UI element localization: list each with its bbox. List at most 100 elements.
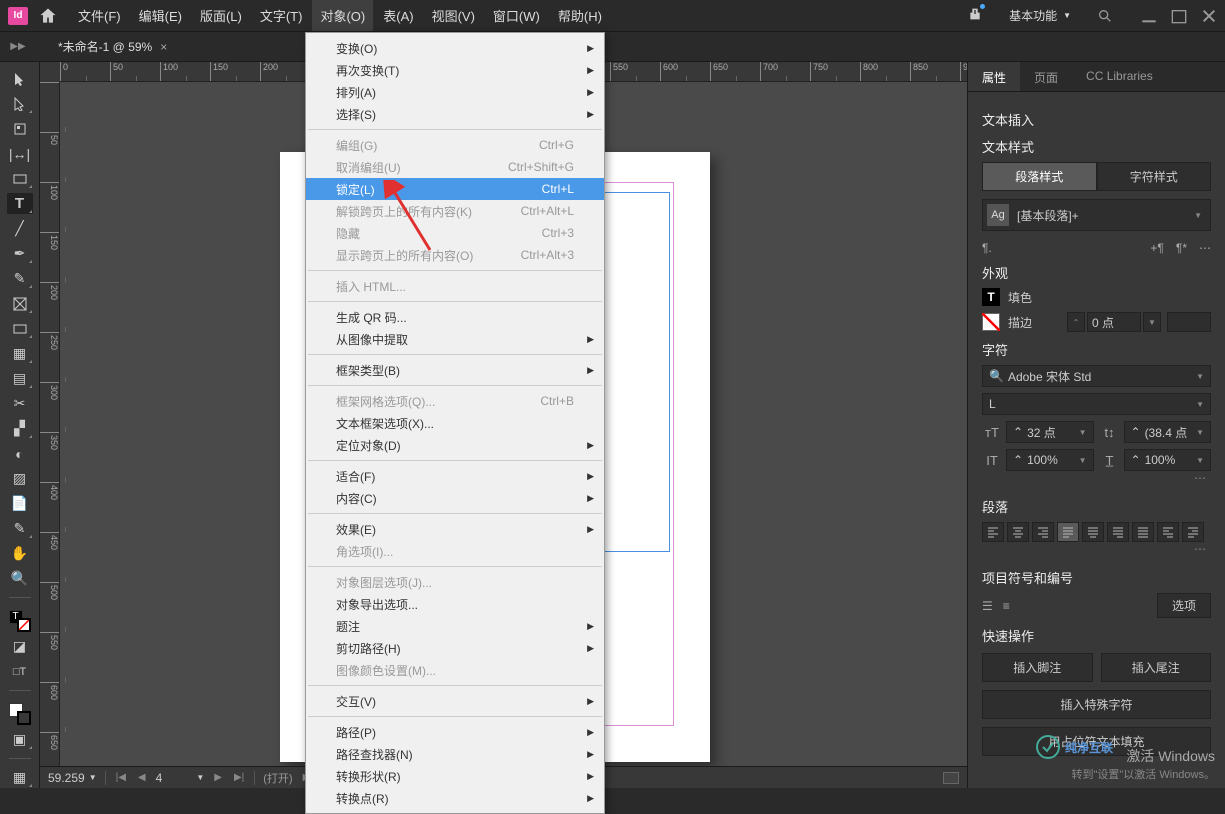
apply-color-container[interactable]: ◪ <box>7 636 33 657</box>
gradient-feather-tool[interactable]: ▨ <box>7 468 33 489</box>
menu-view[interactable]: 视图(V) <box>424 0 483 31</box>
align-left[interactable] <box>982 522 1004 542</box>
menu-window[interactable]: 窗口(W) <box>485 0 548 31</box>
paragraph-more-icon[interactable]: ⋯ <box>1189 542 1211 560</box>
menu-item[interactable]: 框架类型(B)▶ <box>306 359 604 381</box>
selection-tool[interactable] <box>7 68 33 89</box>
gap-tool[interactable]: |↔| <box>7 143 33 164</box>
stroke-style-dropdown[interactable] <box>1167 312 1211 332</box>
menu-item[interactable]: 文本框架选项(X)... <box>306 412 604 434</box>
numbering-icon[interactable]: ≡ <box>1003 599 1010 613</box>
panel-expand-left[interactable]: ▶▶ <box>0 32 36 62</box>
apply-color-text[interactable]: □T <box>7 661 33 682</box>
close-icon[interactable] <box>1201 8 1217 24</box>
ruler-vertical[interactable]: 5010015020025030035040045050055060065070… <box>40 82 60 768</box>
content-collector-tool[interactable] <box>7 168 33 189</box>
vscale-field[interactable]: ⌃100%▼ <box>1006 449 1094 471</box>
minimize-icon[interactable] <box>1141 8 1157 24</box>
menu-file[interactable]: 文件(F) <box>70 0 129 31</box>
page-field[interactable]: 4▼ <box>156 771 205 785</box>
menu-object[interactable]: 对象(O) <box>312 0 373 31</box>
workspace-switcher[interactable]: 基本功能▼ <box>1001 3 1079 28</box>
tab-close-icon[interactable]: × <box>160 40 167 54</box>
fill-swatch[interactable]: T <box>982 288 1000 306</box>
character-style-tab[interactable]: 字符样式 <box>1097 162 1212 191</box>
new-style-icon[interactable]: +¶ <box>1150 241 1163 255</box>
maximize-icon[interactable] <box>1171 8 1187 24</box>
menu-item[interactable]: 对象导出选项... <box>306 593 604 615</box>
bullets-icon[interactable]: ☰ <box>982 599 993 613</box>
menu-item[interactable]: 路径(P)▶ <box>306 721 604 743</box>
paragraph-style-tab[interactable]: 段落样式 <box>982 162 1097 191</box>
line-tool[interactable]: ╱ <box>7 218 33 239</box>
menu-item[interactable]: 变换(O)▶ <box>306 37 604 59</box>
view-options[interactable]: ▦ <box>7 767 33 788</box>
menu-table[interactable]: 表(A) <box>375 0 421 31</box>
hand-tool[interactable]: ✋ <box>7 543 33 564</box>
leading-field[interactable]: ⌃(38.4 点▼ <box>1124 421 1212 443</box>
tab-pages[interactable]: 页面 <box>1020 62 1072 91</box>
menu-item[interactable]: 转换形状(R)▶ <box>306 765 604 787</box>
screen-mode[interactable]: ▣ <box>7 729 33 750</box>
insert-endnote-button[interactable]: 插入尾注 <box>1101 653 1212 682</box>
stroke-decrement[interactable]: ⌃ <box>1067 312 1085 332</box>
pencil-tool[interactable]: ✎ <box>7 268 33 289</box>
page-tool[interactable] <box>7 118 33 139</box>
menu-item[interactable]: 题注▶ <box>306 615 604 637</box>
font-family-field[interactable]: 🔍Adobe 宋体 Std▼ <box>982 365 1211 387</box>
justify-center[interactable] <box>1082 522 1104 542</box>
note-tool[interactable]: 📄 <box>7 493 33 514</box>
menu-item[interactable]: 交互(V)▶ <box>306 690 604 712</box>
scrollbar-thumb[interactable] <box>943 772 959 784</box>
menu-item[interactable]: 转换点(R)▶ <box>306 787 604 809</box>
home-icon[interactable] <box>38 6 58 26</box>
menu-item[interactable]: 锁定(L)Ctrl+L <box>306 178 604 200</box>
align-away[interactable] <box>1157 522 1179 542</box>
share-button[interactable] <box>967 6 983 25</box>
menu-item[interactable]: 再次变换(T)▶ <box>306 59 604 81</box>
style-menu-icon[interactable]: ⋯ <box>1199 241 1211 255</box>
rectangle-frame-tool[interactable] <box>7 293 33 314</box>
menu-item[interactable]: 效果(E)▶ <box>306 518 604 540</box>
insert-footnote-button[interactable]: 插入脚注 <box>982 653 1093 682</box>
hscale-field[interactable]: ⌃100%▼ <box>1124 449 1212 471</box>
fill-stroke-toggle[interactable]: T <box>7 606 33 632</box>
grid-tool-2[interactable]: ▤ <box>7 368 33 389</box>
character-more-icon[interactable]: ⋯ <box>1189 471 1211 489</box>
search-icon[interactable] <box>1097 8 1113 24</box>
menu-layout[interactable]: 版面(L) <box>192 0 250 31</box>
document-tab[interactable]: *未命名-1 @ 59% × <box>46 32 179 61</box>
last-page-icon[interactable]: ▶| <box>232 772 246 783</box>
menu-item[interactable]: 生成 QR 码... <box>306 306 604 328</box>
gradient-swatch-tool[interactable]: ◐ <box>7 443 33 464</box>
zoom-tool[interactable]: 🔍 <box>7 568 33 589</box>
font-size-field[interactable]: ⌃32 点▼ <box>1006 421 1094 443</box>
zoom-field[interactable]: 59.259▼ <box>48 771 97 785</box>
menu-item[interactable]: 路径查找器(N)▶ <box>306 743 604 765</box>
menu-item[interactable]: 剪切路径(H)▶ <box>306 637 604 659</box>
menu-item[interactable]: 选择(S)▶ <box>306 103 604 125</box>
menu-item[interactable]: 从图像中提取▶ <box>306 328 604 350</box>
scissors-tool[interactable]: ✂ <box>7 393 33 414</box>
stroke-swatch[interactable] <box>982 313 1000 331</box>
justify-right[interactable] <box>1107 522 1129 542</box>
insert-special-button[interactable]: 插入特殊字符 <box>982 690 1211 719</box>
font-weight-field[interactable]: L▼ <box>982 393 1211 415</box>
pen-tool[interactable]: ✒ <box>7 243 33 264</box>
default-fill-stroke[interactable] <box>7 699 33 725</box>
clear-overrides-icon[interactable]: ¶* <box>1176 241 1187 255</box>
stroke-weight-dropdown[interactable]: ▼ <box>1143 312 1161 332</box>
tab-cc-libraries[interactable]: CC Libraries <box>1072 62 1167 91</box>
next-page-icon[interactable]: ▶ <box>212 772 224 783</box>
menu-item[interactable]: 定位对象(D)▶ <box>306 434 604 456</box>
menu-item[interactable]: 适合(F)▶ <box>306 465 604 487</box>
menu-item[interactable]: 内容(C)▶ <box>306 487 604 509</box>
justify-all[interactable] <box>1132 522 1154 542</box>
eyedropper-tool[interactable]: ✎ <box>7 518 33 539</box>
type-tool[interactable]: T <box>7 193 33 214</box>
menu-help[interactable]: 帮助(H) <box>550 0 610 31</box>
first-page-icon[interactable]: |◀ <box>114 772 128 783</box>
tab-properties[interactable]: 属性 <box>968 62 1020 91</box>
align-center[interactable] <box>1007 522 1029 542</box>
menu-item[interactable]: 排列(A)▶ <box>306 81 604 103</box>
